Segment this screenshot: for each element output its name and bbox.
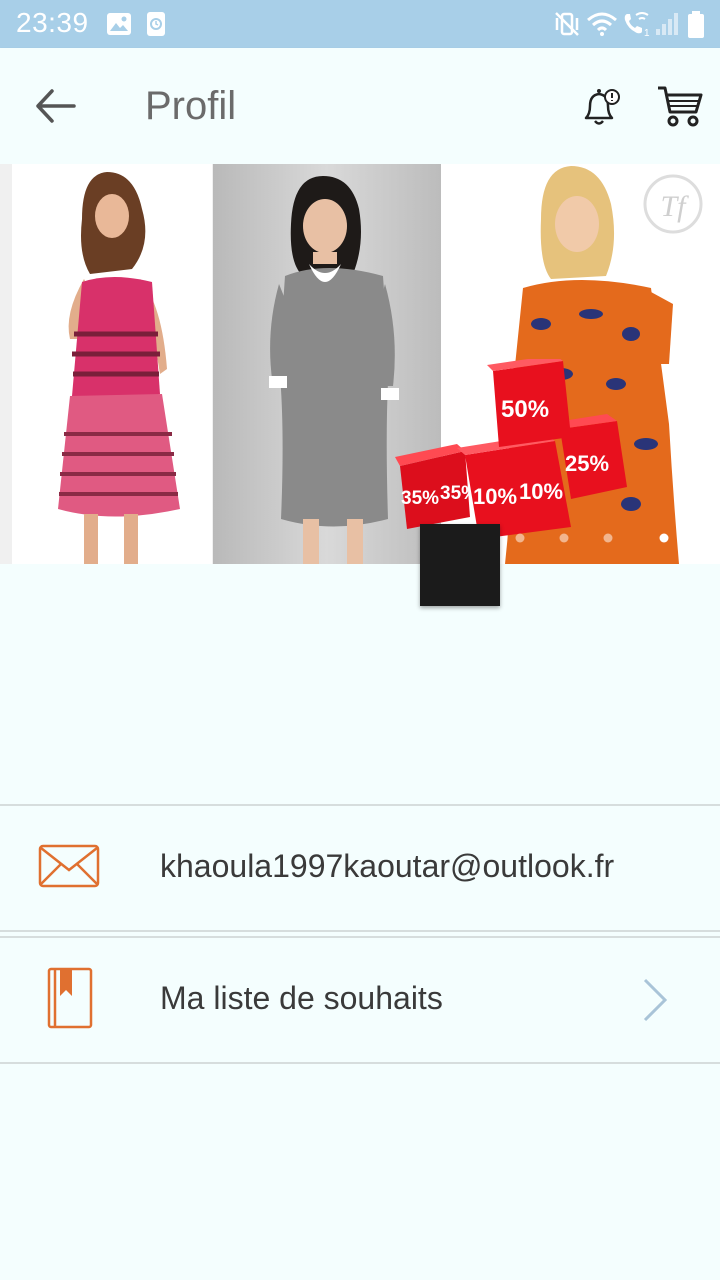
wifi-icon [587, 12, 617, 36]
battery-icon [688, 11, 704, 38]
user-email: khaoula1997kaoutar@outlook.fr [160, 848, 615, 884]
wishlist-row[interactable]: Ma liste de souhaits [0, 938, 720, 1064]
floating-black-square [420, 524, 500, 606]
chevron-right-icon [643, 978, 668, 1022]
svg-text:1: 1 [644, 28, 650, 37]
back-arrow-icon[interactable] [34, 88, 78, 124]
banner-photo-pink-dress [12, 164, 212, 564]
discount-label-35-a: 35% [401, 488, 439, 509]
banner-logo-text: Tf [660, 190, 689, 223]
banner-dot-2 [559, 533, 569, 543]
cart-icon[interactable] [656, 84, 704, 128]
divider [0, 930, 720, 932]
status-bar: 23:39 1 [0, 0, 720, 48]
status-time: 23:39 [16, 7, 89, 38]
divider [0, 1062, 720, 1064]
notification-bell-icon[interactable] [578, 84, 622, 128]
sale-cubes: 35% 35% 25% 10% 10% 50% [395, 359, 627, 539]
wishlist-label: Ma liste de souhaits [160, 980, 443, 1016]
discount-label-25: 25% [565, 451, 609, 476]
wishlist-book-icon [47, 967, 93, 1029]
envelope-icon [38, 844, 100, 888]
banner-dot-3 [603, 533, 613, 543]
discount-label-10-b: 10% [519, 479, 563, 504]
signal-icon [656, 13, 678, 35]
banner-dot-1 [515, 533, 525, 543]
discount-label-50: 50% [501, 396, 549, 423]
image-icon [107, 13, 131, 35]
clock-app-icon [147, 12, 165, 36]
mute-vibrate-icon [555, 12, 579, 36]
banner-page-indicator[interactable] [510, 533, 710, 543]
wifi-calling-icon: 1 [624, 12, 650, 37]
page-title: Profil [145, 84, 237, 128]
banner-dot-5 [683, 533, 693, 543]
discount-label-10-a: 10% [473, 484, 517, 509]
email-row: khaoula1997kaoutar@outlook.fr [0, 806, 720, 932]
banner-dot-4-active [659, 533, 669, 543]
app-bar: Profil [0, 48, 720, 164]
promo-banner[interactable]: Tf 35% 35% 25% 10% 10% 50% [0, 164, 720, 564]
